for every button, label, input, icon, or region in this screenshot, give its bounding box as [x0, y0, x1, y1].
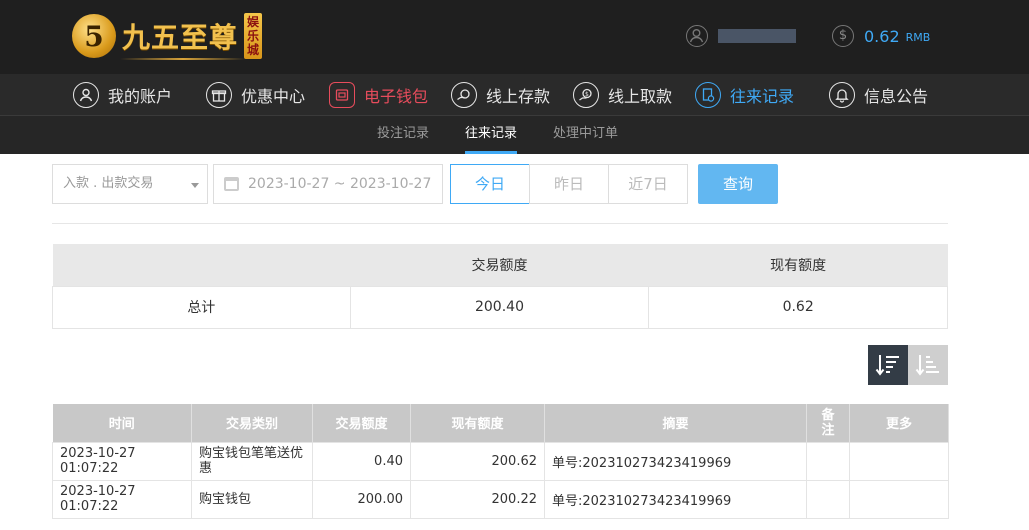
logo-badge: 娱乐城: [244, 13, 263, 59]
summary-header: [52, 244, 351, 286]
column-header[interactable]: 交易类别: [191, 404, 313, 442]
date-range-input[interactable]: 2023-10-27 ~ 2023-10-27: [213, 164, 443, 204]
column-header[interactable]: 备注: [806, 404, 850, 442]
cell-time: 2023-10-27 01:07:22: [52, 441, 192, 481]
column-header[interactable]: 更多: [849, 404, 949, 442]
nav-my-account[interactable]: 我的账户: [73, 80, 172, 110]
balance-display: $ 0.62 RMB: [832, 25, 930, 47]
cell-time: 2023-10-27 01:07:22: [52, 479, 192, 519]
bell-icon: [829, 82, 855, 108]
dollar-icon: $: [832, 25, 854, 47]
nav-label: 往来记录: [730, 87, 795, 106]
cell-type: 购宝钱包笔笔送优惠: [191, 441, 313, 481]
nav-e-wallet[interactable]: 电子钱包: [329, 80, 428, 110]
logo-underline: [120, 58, 246, 60]
tab-transaction-records[interactable]: 往来记录: [465, 116, 518, 154]
column-header[interactable]: 现有额度: [410, 404, 545, 442]
user-info[interactable]: [686, 25, 796, 47]
cell-balance: 200.22: [410, 479, 545, 519]
range-today-button[interactable]: 今日: [450, 164, 530, 204]
cell-note: [806, 441, 850, 481]
tab-bet-records[interactable]: 投注记录: [377, 116, 429, 154]
summary-header: 交易额度: [350, 244, 649, 286]
top-header: 5 九五至尊 娱乐城 $ 0.62 RMB: [0, 0, 1029, 74]
svg-text:$: $: [585, 91, 589, 98]
logo-text: 九五至尊: [122, 21, 239, 54]
records-table: 时间 交易类别 交易额度 现有额度 摘要 备注 更多 2023-10-27 01…: [52, 404, 949, 519]
sub-nav: 投注记录 往来记录 处理中订单: [0, 116, 1029, 154]
sort-ascending-button[interactable]: [908, 345, 948, 385]
balance-unit: RMB: [905, 31, 931, 44]
cell-balance: 200.62: [410, 441, 545, 481]
withdraw-icon: $: [573, 82, 599, 108]
calendar-icon: [224, 177, 239, 191]
gift-icon: [206, 82, 232, 108]
tab-pending-orders[interactable]: 处理中订单: [553, 116, 618, 154]
date-range-value: 2023-10-27 ~ 2023-10-27: [248, 176, 432, 192]
cell-amount: 200.00: [312, 479, 411, 519]
nav-label: 优惠中心: [241, 87, 306, 106]
table-row[interactable]: 2023-10-27 01:07:22 购宝钱包 200.00 200.22 单…: [52, 479, 949, 519]
range-yesterday-button[interactable]: 昨日: [529, 164, 609, 204]
range-7days-button[interactable]: 近7日: [608, 164, 688, 204]
nav-label: 我的账户: [108, 87, 173, 106]
nav-label: 信息公告: [864, 87, 929, 106]
records-header-row: 时间 交易类别 交易额度 现有额度 摘要 备注 更多: [52, 404, 949, 442]
cell-summary: 单号:202310273423419969: [544, 441, 807, 481]
sort-desc-icon: [875, 355, 899, 376]
table-row[interactable]: 2023-10-27 01:07:22 购宝钱包笔笔送优惠 0.40 200.6…: [52, 441, 949, 481]
sort-descending-button[interactable]: [868, 345, 908, 385]
cell-summary: 单号:202310273423419969: [544, 479, 807, 519]
records-icon: [695, 82, 721, 108]
nav-announcements[interactable]: 信息公告: [829, 80, 928, 110]
balance-amount: 0.62: [864, 26, 900, 46]
nav-label: 线上存款: [486, 87, 551, 106]
summary-total-row: 总计 200.40 0.62: [52, 285, 948, 329]
summary-cell: 0.62: [648, 285, 948, 329]
nav-label: 电子钱包: [364, 87, 429, 106]
cell-more[interactable]: [849, 479, 949, 519]
nav-records[interactable]: 往来记录: [695, 80, 794, 110]
summary-header-row: 交易额度 现有额度: [52, 244, 948, 286]
user-icon: [686, 25, 708, 47]
query-button[interactable]: 查询: [698, 164, 778, 204]
site-logo[interactable]: 5 九五至尊 娱乐城: [72, 10, 263, 62]
summary-header: 现有额度: [648, 244, 948, 286]
summary-cell: 200.40: [349, 285, 650, 329]
cell-more[interactable]: [849, 441, 949, 481]
cell-type: 购宝钱包: [191, 479, 313, 519]
nav-label: 线上取款: [608, 87, 673, 106]
user-icon: [73, 82, 99, 108]
transaction-type-value: 入款 . 出款交易: [63, 176, 154, 191]
main-nav: 我的账户 优惠中心 电子钱包 线上存款 $ 线上取款 往来记录 信息公告: [0, 74, 1029, 116]
sort-asc-icon: [915, 355, 939, 376]
column-header[interactable]: 交易额度: [312, 404, 411, 442]
summary-table: 交易额度 现有额度 总计 200.40 0.62: [52, 244, 948, 329]
cell-amount: 0.40: [312, 441, 411, 481]
logo-mark: 5: [72, 14, 116, 58]
summary-cell: 总计: [52, 285, 351, 329]
column-header[interactable]: 摘要: [544, 404, 807, 442]
deposit-icon: [451, 82, 477, 108]
nav-deposit[interactable]: 线上存款: [451, 80, 550, 110]
nav-promotions[interactable]: 优惠中心: [206, 80, 305, 110]
cell-note: [806, 479, 850, 519]
chevron-down-icon: [191, 183, 199, 188]
column-header[interactable]: 时间: [52, 404, 192, 442]
transaction-type-select[interactable]: 入款 . 出款交易: [52, 164, 208, 204]
wallet-icon: [329, 82, 355, 108]
username-redacted: [718, 29, 796, 43]
divider: [52, 223, 948, 224]
nav-withdraw[interactable]: $ 线上取款: [573, 80, 672, 110]
